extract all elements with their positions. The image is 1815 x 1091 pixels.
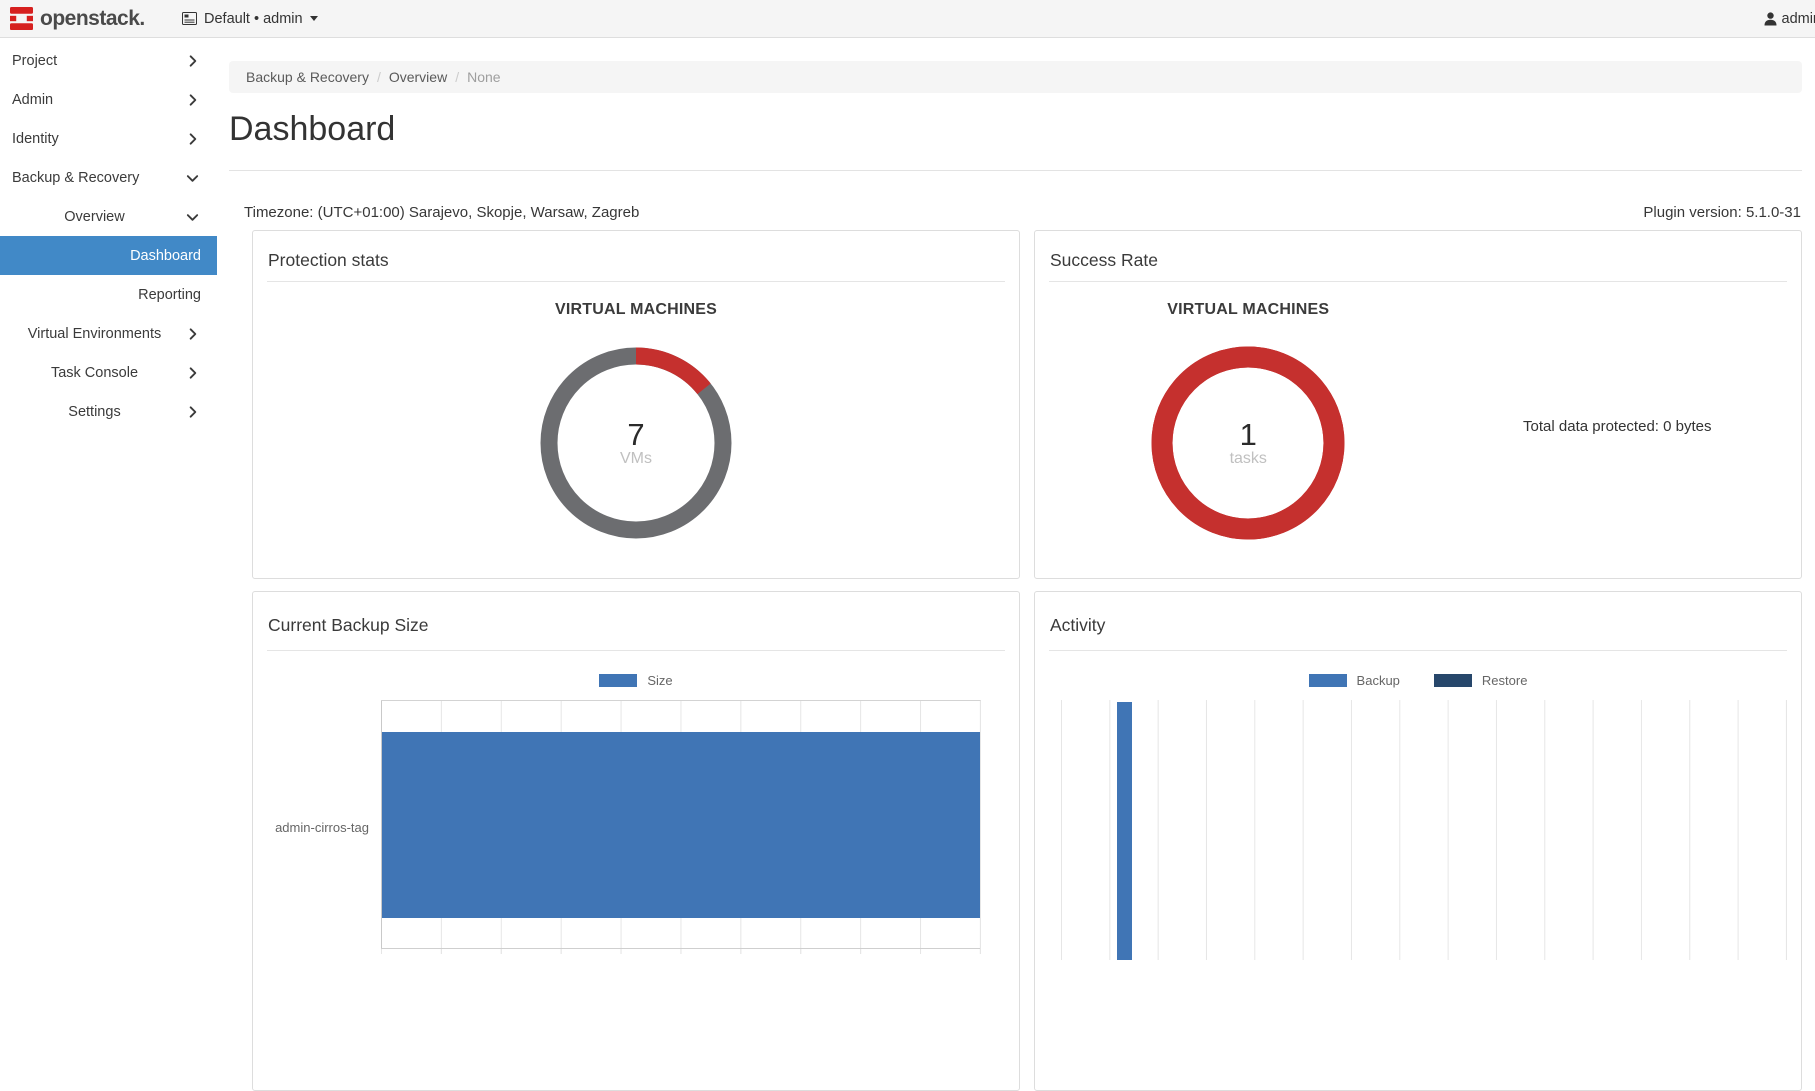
chevron-right-icon [185, 92, 200, 107]
project-switcher-label: Default • admin [204, 11, 303, 27]
sidebar-item-backup-recovery[interactable]: Backup & Recovery [0, 158, 217, 197]
sidebar: Project Admin Identity Backup & Recovery… [0, 38, 217, 952]
main-content: Backup & Recovery / Overview / None Dash… [221, 38, 1815, 952]
activity-card: Activity Backup Restore [1034, 591, 1802, 1091]
activity-bar-chart [1049, 700, 1787, 960]
card-divider [267, 650, 1005, 651]
activity-legend: Backup Restore [1049, 673, 1787, 688]
breadcrumb-overview[interactable]: Overview [389, 69, 447, 85]
sidebar-item-project[interactable]: Project [0, 41, 217, 80]
size-legend: Size [267, 673, 1005, 688]
total-data-protected-text: Total data protected: 0 bytes [1448, 418, 1787, 435]
page-title: Dashboard [229, 110, 1802, 149]
breadcrumb-backup-recovery[interactable]: Backup & Recovery [246, 69, 369, 85]
backup-size-category-label: admin-cirros-tag [267, 700, 381, 954]
protection-stats-donut-chart: 7 VMs [536, 343, 736, 543]
breadcrumb-separator: / [369, 69, 389, 85]
brand-text: openstack. [40, 7, 145, 31]
protection-stats-card: Protection stats VIRTUAL MACHINES 7 VMs [252, 230, 1020, 579]
current-backup-size-card: Current Backup Size Size admin-cirros-ta… [252, 591, 1020, 1091]
user-icon [1764, 12, 1777, 26]
success-rate-title: Success Rate [1049, 249, 1787, 271]
chevron-right-icon [185, 53, 200, 68]
title-divider [229, 170, 1802, 171]
sidebar-item-virtual-environments[interactable]: Virtual Environments [0, 314, 217, 353]
card-divider [267, 281, 1005, 282]
protection-stats-title: Protection stats [267, 249, 1005, 271]
meta-row: Timezone: (UTC+01:00) Sarajevo, Skopje, … [229, 203, 1802, 223]
breadcrumb: Backup & Recovery / Overview / None [229, 61, 1802, 93]
chevron-down-icon [185, 170, 200, 185]
protected-vms-count: 7 [627, 420, 644, 450]
card-divider [1049, 650, 1787, 651]
restore-legend-swatch [1434, 674, 1472, 687]
chevron-right-icon [185, 365, 200, 380]
user-menu[interactable]: admin [1764, 0, 1815, 38]
sidebar-item-task-console[interactable]: Task Console [0, 353, 217, 392]
breadcrumb-separator: / [447, 69, 467, 85]
top-bar: openstack. Default • admin admin [0, 0, 1815, 38]
size-legend-label: Size [647, 673, 672, 688]
sidebar-item-admin[interactable]: Admin [0, 80, 217, 119]
activity-title: Activity [1049, 614, 1787, 636]
backup-size-bar-chart: admin-cirros-tag [267, 700, 1005, 954]
user-menu-label: admin [1782, 11, 1815, 27]
current-backup-size-title: Current Backup Size [267, 614, 1005, 636]
backup-legend-swatch [1309, 674, 1347, 687]
project-switcher-icon [182, 12, 197, 25]
sidebar-item-dashboard[interactable]: Dashboard [0, 236, 217, 275]
success-rate-chart-title: VIRTUAL MACHINES [1049, 300, 1448, 320]
protection-stats-chart-title: VIRTUAL MACHINES [267, 300, 1005, 320]
openstack-brand[interactable]: openstack. [0, 7, 170, 31]
chevron-down-icon [185, 209, 200, 224]
activity-plot-area [1061, 700, 1787, 960]
activity-backup-bar [1117, 702, 1132, 960]
backup-size-bar [382, 732, 980, 918]
restore-legend-label: Restore [1482, 673, 1528, 688]
sidebar-item-identity[interactable]: Identity [0, 119, 217, 158]
domain-project-switcher[interactable]: Default • admin [182, 11, 318, 27]
chevron-right-icon [185, 326, 200, 341]
success-tasks-count: 1 [1240, 420, 1257, 450]
breadcrumb-current: None [467, 69, 500, 85]
protected-vms-unit: VMs [620, 450, 652, 467]
backup-legend-label: Backup [1357, 673, 1400, 688]
sidebar-item-reporting[interactable]: Reporting [0, 275, 217, 314]
success-rate-card: Success Rate VIRTUAL MACHINES [1034, 230, 1802, 579]
chevron-down-icon [310, 16, 318, 21]
sidebar-item-settings[interactable]: Settings [0, 392, 217, 431]
success-tasks-unit: tasks [1230, 450, 1267, 467]
sidebar-item-overview[interactable]: Overview [0, 197, 217, 236]
success-rate-donut-chart: 1 tasks [1148, 343, 1348, 543]
chevron-right-icon [185, 131, 200, 146]
timezone-text: Timezone: (UTC+01:00) Sarajevo, Skopje, … [244, 203, 639, 223]
backup-size-plot-area [381, 700, 981, 954]
size-legend-swatch [599, 674, 637, 687]
openstack-logo-icon [10, 7, 33, 30]
plugin-version-text: Plugin version: 5.1.0-31 [1643, 203, 1801, 223]
chevron-right-icon [185, 404, 200, 419]
